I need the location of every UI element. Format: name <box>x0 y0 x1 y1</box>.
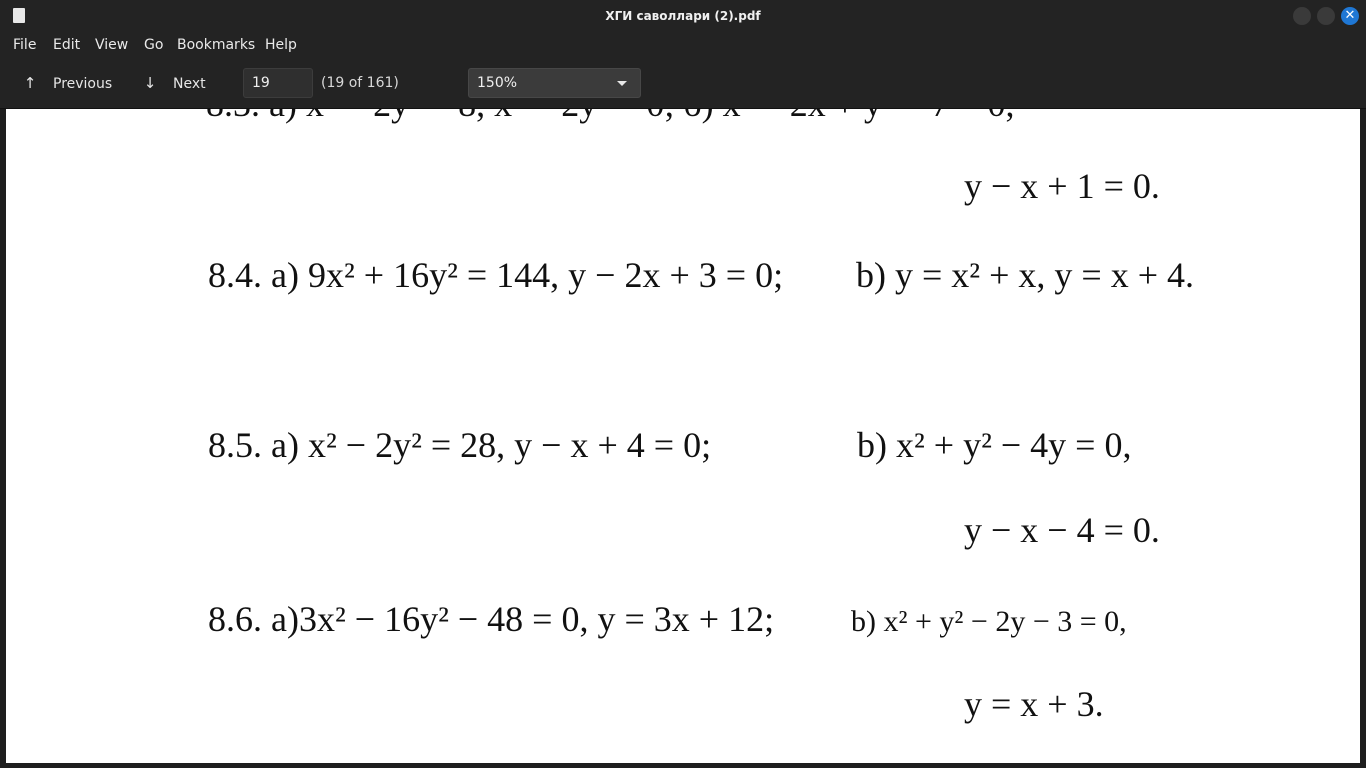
next-button[interactable]: ↓ Next <box>141 71 206 95</box>
problem-8-5b: b) x² + y² − 4y = 0, <box>857 425 1132 465</box>
menu-edit[interactable]: Edit <box>53 32 80 58</box>
page-count: (19 of 161) <box>321 75 399 91</box>
dropdown-caret-icon <box>617 81 627 86</box>
problem-8-3b-line2: y − x + 1 = 0. <box>964 166 1160 206</box>
toolbar: ↑ Previous ↓ Next 19 (19 of 161) 150% <box>0 58 1366 109</box>
arrow-up-icon: ↑ <box>23 74 37 92</box>
problem-8-5a: 8.5. a) x² − 2y² = 28, y − x + 4 = 0; <box>208 425 712 465</box>
problem-8-6b-line2: y = x + 3. <box>964 684 1104 724</box>
title-bar: ХГИ саволлари (2).pdf ✕ <box>0 0 1366 32</box>
problem-8-4a: 8.4. a) 9x² + 16y² = 144, y − 2x + 3 = 0… <box>208 255 784 295</box>
page-number-input[interactable]: 19 <box>243 68 313 98</box>
close-button[interactable]: ✕ <box>1341 7 1359 25</box>
menu-file[interactable]: File <box>13 32 36 58</box>
window-title: ХГИ саволлари (2).pdf <box>605 9 761 23</box>
maximize-button[interactable] <box>1317 7 1335 25</box>
menu-view[interactable]: View <box>95 32 128 58</box>
arrow-down-icon: ↓ <box>143 74 157 92</box>
menu-help[interactable]: Help <box>265 32 297 58</box>
menu-bookmarks[interactable]: Bookmarks <box>177 32 255 58</box>
pdf-page: 8.3. a) x² − 2y² = 8, x² − 2y² = 0; б) x… <box>6 109 1360 763</box>
previous-button[interactable]: ↑ Previous <box>21 71 112 95</box>
problem-8-4b: b) y = x² + x, y = x + 4. <box>856 255 1194 295</box>
previous-label: Previous <box>53 76 113 92</box>
menu-go[interactable]: Go <box>144 32 163 58</box>
partial-top-line: 8.3. a) x² − 2y² = 8, x² − 2y² = 0; б) x… <box>206 109 1014 124</box>
menu-bar: File Edit View Go Bookmarks Help <box>0 32 1366 58</box>
problem-8-5b-line2: y − x − 4 = 0. <box>964 510 1160 550</box>
minimize-button[interactable] <box>1293 7 1311 25</box>
next-label: Next <box>173 76 206 92</box>
zoom-select[interactable]: 150% <box>468 68 641 98</box>
zoom-value: 150% <box>477 75 518 91</box>
problem-8-6a: 8.6. a)3x² − 16y² − 48 = 0, y = 3x + 12; <box>208 599 775 639</box>
problem-8-6b: b) x² + y² − 2y − 3 = 0, <box>851 605 1127 638</box>
